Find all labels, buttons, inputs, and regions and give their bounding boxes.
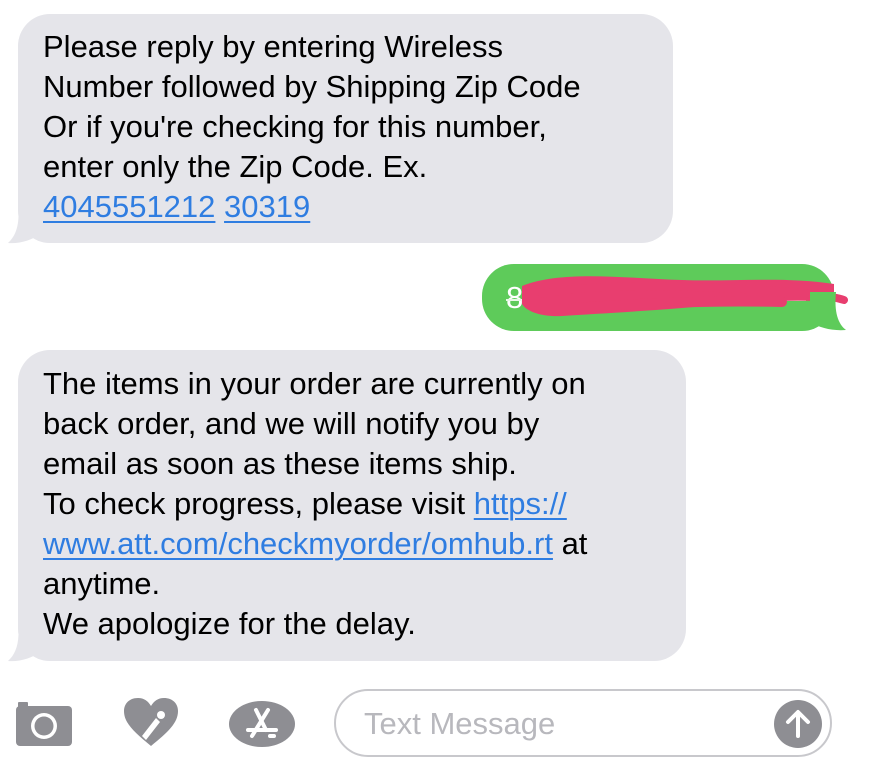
incoming-message-bubble[interactable]: Please reply by entering Wireless Number… (18, 14, 673, 243)
message-line: To check progress, please visit https:// (43, 484, 661, 524)
text-message-input[interactable]: Text Message (334, 689, 832, 757)
digital-touch-heart-icon[interactable] (122, 696, 180, 748)
order-status-link-part2[interactable]: www.att.com/checkmyorder/omhub.rt (43, 526, 553, 561)
bubble-tail (810, 292, 846, 331)
message-line: We apologize for the delay. (43, 606, 416, 641)
message-line: Please reply by entering Wireless (43, 29, 504, 64)
app-store-icon[interactable] (228, 700, 296, 748)
message-text: at (552, 526, 588, 561)
message-line: The items in your order are currently on (43, 366, 586, 401)
outgoing-message-bubble[interactable]: 8 (482, 264, 848, 331)
message-line: enter only the Zip Code. Ex. (43, 149, 428, 184)
incoming-message-bubble[interactable]: The items in your order are currently on… (18, 350, 686, 661)
message-line: Number followed by Shipping Zip Code (43, 69, 581, 104)
input-placeholder: Text Message (364, 706, 556, 741)
phone-number-link[interactable]: 4045551212 (43, 189, 215, 224)
zip-code-link[interactable]: 30319 (224, 189, 310, 224)
message-line: back order, and we will notify you by (43, 406, 540, 441)
bubble-tail (8, 206, 40, 244)
send-arrow-icon (786, 710, 810, 738)
send-button[interactable] (774, 700, 822, 748)
redaction-scribble (522, 276, 848, 317)
message-line: Or if you're checking for this number, (43, 109, 547, 144)
message-line: 4045551212 30319 (43, 187, 648, 227)
message-thread: Please reply by entering Wireless Number… (0, 0, 873, 680)
order-status-link-part1[interactable]: https:// (474, 486, 567, 521)
bubble-tail (8, 624, 40, 662)
message-text: To check progress, please visit (43, 486, 474, 521)
message-line: www.att.com/checkmyorder/omhub.rt at (43, 524, 661, 564)
message-line: anytime. (43, 566, 161, 601)
camera-icon[interactable] (14, 700, 74, 748)
message-line: email as soon as these items ship. (43, 446, 517, 481)
